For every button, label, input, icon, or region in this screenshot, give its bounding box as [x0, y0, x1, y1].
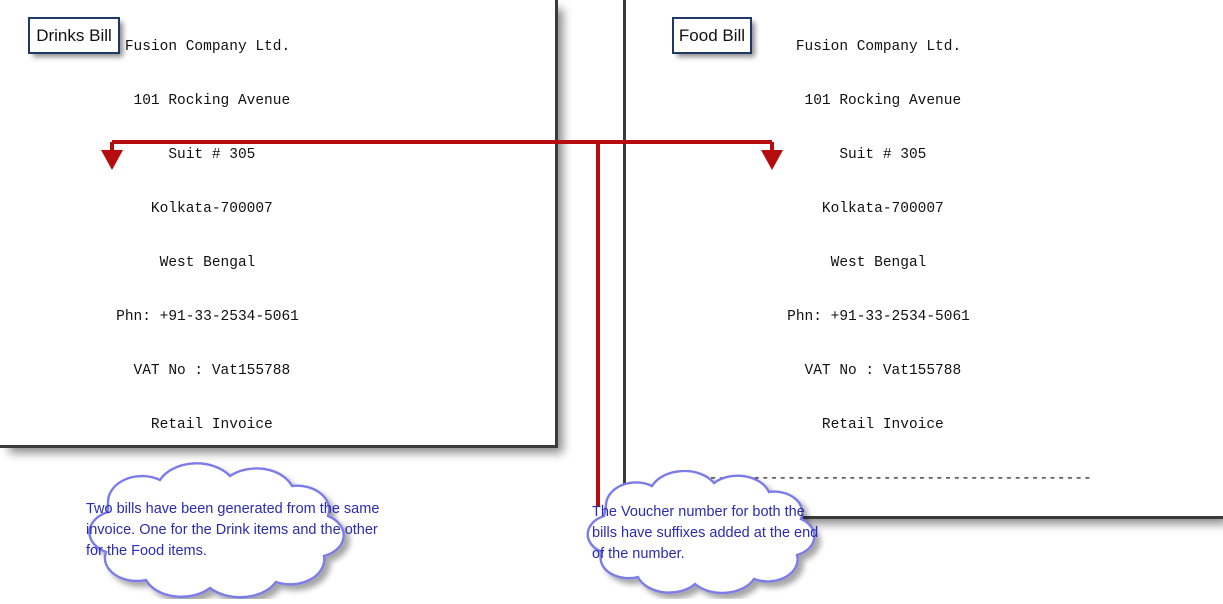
drinks-bill-tag: Drinks Bill: [28, 17, 120, 54]
document-type: Retail Invoice: [3, 417, 273, 433]
shop-address-1: 101 Rocking Avenue: [674, 93, 962, 109]
shop-city: Kolkata-700007: [674, 201, 944, 217]
screenshot-stage: Fusion Company Ltd. 101 Rocking Avenue S…: [0, 0, 1223, 599]
document-type: Retail Invoice: [674, 417, 944, 433]
shop-address-1: 101 Rocking Avenue: [3, 93, 291, 109]
shop-vat: VAT No : Vat155788: [3, 363, 291, 379]
shop-state: West Bengal: [674, 255, 927, 271]
food-bill-panel: Fusion Company Ltd. 101 Rocking Avenue S…: [623, 0, 1223, 519]
callout-right-text: The Voucher number for both the bills ha…: [592, 504, 819, 562]
shop-city: Kolkata-700007: [3, 201, 273, 217]
callout-cloud-right: The Voucher number for both the bills ha…: [534, 469, 864, 599]
food-bill-tag-label: Food Bill: [678, 25, 746, 45]
callout-cloud-left: Two bills have been generated from the s…: [18, 462, 438, 599]
drinks-bill-panel: Fusion Company Ltd. 101 Rocking Avenue S…: [0, 0, 558, 448]
callout-left-text: Two bills have been generated from the s…: [86, 501, 380, 559]
drinks-receipt-text: Fusion Company Ltd. 101 Rocking Avenue S…: [3, 2, 421, 445]
shop-address-2: Suit # 305: [3, 147, 256, 163]
food-bill-tag: Food Bill: [672, 17, 752, 54]
food-receipt-text: Fusion Company Ltd. 101 Rocking Avenue S…: [674, 2, 1170, 516]
shop-address-2: Suit # 305: [674, 147, 927, 163]
shop-phone: Phn: +91-33-2534-5061: [3, 309, 299, 325]
shop-vat: VAT No : Vat155788: [674, 363, 962, 379]
shop-state: West Bengal: [3, 255, 256, 271]
shop-phone: Phn: +91-33-2534-5061: [674, 309, 970, 325]
drinks-bill-tag-label: Drinks Bill: [36, 25, 112, 45]
